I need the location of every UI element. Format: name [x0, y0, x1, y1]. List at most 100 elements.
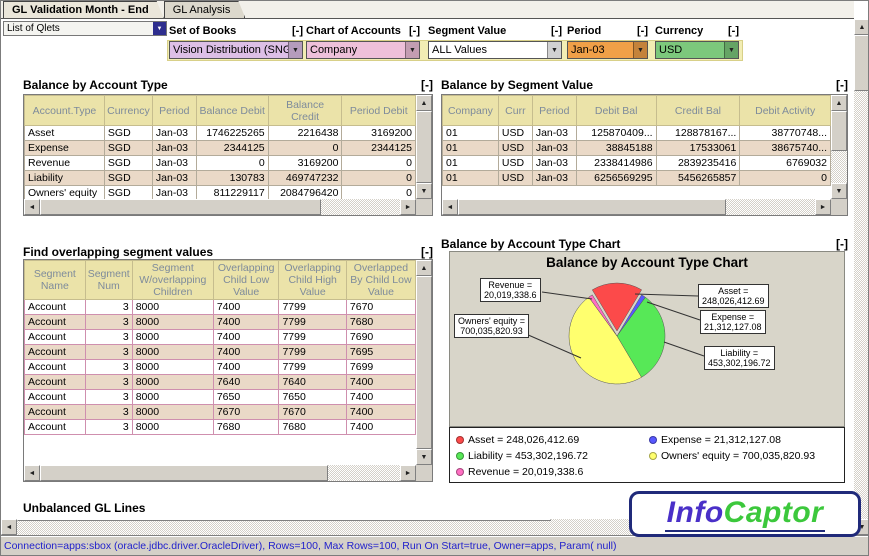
column-header[interactable]: Curr	[497, 95, 533, 126]
scroll-left-icon[interactable]: ◄	[24, 199, 40, 215]
scrollbar-track[interactable]	[458, 199, 815, 215]
collapse-link[interactable]: [-]	[292, 25, 303, 39]
collapse-link[interactable]: [-]	[421, 245, 433, 259]
scroll-down-icon[interactable]: ▼	[416, 449, 432, 465]
collapse-link[interactable]: [-]	[728, 25, 739, 39]
table-row[interactable]: Account 3 8000 7400 7799 7680	[24, 314, 416, 330]
column-header[interactable]: Company	[442, 95, 499, 126]
segment-value-select[interactable]: ALL Values ▼	[428, 41, 562, 59]
panel-header-find-overlapping: Find overlapping segment values [-]	[23, 245, 433, 259]
table-cell: 3	[84, 314, 133, 330]
scroll-down-icon[interactable]: ▼	[831, 183, 847, 199]
scroll-down-icon[interactable]: ▼	[416, 183, 432, 199]
table-cell: 3	[84, 344, 133, 360]
set-of-books-select[interactable]: Vision Distribution (SNG) ▼	[169, 41, 303, 59]
callout-owners-equity: Owners' equity = 700,035,820.93	[454, 314, 529, 338]
period-select[interactable]: Jan-03 ▼	[567, 41, 648, 59]
table-row[interactable]: Account 3 8000 7670 7670 7400	[24, 404, 416, 420]
scroll-up-icon[interactable]: ▲	[416, 260, 432, 276]
scrollbar-track[interactable]	[416, 276, 432, 449]
column-header[interactable]: Balance Debit	[195, 95, 269, 126]
collapse-link[interactable]: [-]	[836, 78, 848, 92]
scrollbar-thumb[interactable]	[831, 111, 847, 151]
vertical-scrollbar[interactable]: ▲ ▼	[831, 95, 847, 199]
collapse-link[interactable]: [-]	[409, 25, 420, 39]
table-row[interactable]: Account 3 8000 7650 7650 7400	[24, 389, 416, 405]
scroll-right-icon[interactable]: ►	[400, 465, 416, 481]
scrollbar-thumb[interactable]	[458, 199, 726, 215]
horizontal-scrollbar[interactable]: ◄ ►	[442, 199, 831, 215]
scrollbar-track[interactable]	[854, 35, 868, 519]
collapse-link[interactable]: [-]	[637, 25, 648, 39]
scrollbar-thumb[interactable]	[416, 111, 432, 183]
tab-gl-analysis[interactable]: GL Analysis	[164, 1, 246, 18]
collapse-link[interactable]: [-]	[421, 78, 433, 92]
scroll-up-icon[interactable]: ▲	[416, 95, 432, 111]
column-header[interactable]: Segment W/overlapping Children	[131, 260, 214, 300]
table-row[interactable]: 01 USD Jan-03 6256569295 5456265857 0	[442, 170, 831, 186]
scroll-left-icon[interactable]: ◄	[1, 519, 17, 535]
table-cell: 17533061	[655, 140, 741, 156]
table-row[interactable]: 01 USD Jan-03 2338414986 2839235416 6769032	[442, 155, 831, 171]
scrollbar-track[interactable]	[40, 199, 400, 215]
table-row[interactable]: Account 3 8000 7400 7799 7695	[24, 344, 416, 360]
scrollbar-track[interactable]	[416, 111, 432, 183]
table-cell: Revenue	[24, 155, 105, 171]
table-row[interactable]: 01 USD Jan-03 38845188 17533061 38675740...	[442, 140, 831, 156]
legend-item: Liability = 453,302,196.72	[456, 448, 645, 464]
column-header[interactable]: Account.Type	[24, 95, 105, 126]
vertical-scrollbar[interactable]: ▲ ▼	[416, 95, 432, 199]
column-header[interactable]: Overlapped By Child Low Value	[345, 260, 416, 300]
vertical-scrollbar[interactable]: ▲ ▼	[416, 260, 432, 465]
scrollbar-thumb[interactable]	[40, 465, 328, 481]
collapse-link[interactable]: [-]	[836, 237, 848, 251]
scrollbar-thumb[interactable]	[40, 199, 321, 215]
scroll-left-icon[interactable]: ◄	[442, 199, 458, 215]
table-row[interactable]: 01 USD Jan-03 125870409... 128878167... 38770…	[442, 125, 831, 141]
qlet-list-dropdown[interactable]: List of Qlets ▼	[3, 21, 167, 36]
column-header[interactable]: Debit Bal	[575, 95, 657, 126]
column-header[interactable]: Currency	[103, 95, 153, 126]
scrollbar-thumb[interactable]	[854, 35, 868, 91]
collapse-link[interactable]: [-]	[551, 25, 562, 39]
horizontal-scrollbar[interactable]: ◄ ►	[24, 465, 416, 481]
table-row[interactable]: Asset SGD Jan-03 1746225265 2216438 3169200	[24, 125, 416, 141]
scrollbar-track[interactable]	[40, 465, 400, 481]
column-header[interactable]: Period Debit	[341, 95, 416, 126]
column-header[interactable]: Debit Activity	[739, 95, 831, 126]
scroll-left-icon[interactable]: ◄	[24, 465, 40, 481]
scroll-right-icon[interactable]: ►	[400, 199, 416, 215]
column-header[interactable]: Overlapping Child High Value	[278, 260, 347, 300]
column-header[interactable]: Segment Name	[24, 260, 86, 300]
horizontal-scrollbar[interactable]: ◄ ►	[24, 199, 416, 215]
column-header[interactable]: Credit Bal	[655, 95, 741, 126]
chart-of-accounts-select[interactable]: Company ▼	[306, 41, 420, 59]
column-header[interactable]: Period	[151, 95, 197, 126]
table-row[interactable]: Account 3 8000 7400 7799 7670	[24, 299, 416, 315]
main-vertical-scrollbar[interactable]: ▲ ▼	[854, 19, 868, 535]
scrollbar-thumb[interactable]	[416, 276, 432, 449]
scrollbar-thumb[interactable]	[17, 519, 551, 521]
column-header[interactable]: Segment Num	[84, 260, 133, 300]
column-header[interactable]: Overlapping Child Low Value	[212, 260, 280, 300]
currency-select[interactable]: USD ▼	[655, 41, 739, 59]
connection-status-text: Connection=apps:sbox (oracle.jdbc.driver…	[4, 539, 617, 552]
select-value: Vision Distribution (SNG)	[173, 44, 288, 56]
table-cell: Jan-03	[151, 185, 197, 199]
column-header[interactable]: Period	[531, 95, 577, 126]
scrollbar-track[interactable]	[831, 111, 847, 183]
table-row[interactable]: Owners' equity SGD Jan-03 811229117 20847964…	[24, 185, 416, 199]
table-row[interactable]: Account 3 8000 7400 7799 7690	[24, 329, 416, 345]
table-row[interactable]: Account 3 8000 7400 7799 7699	[24, 359, 416, 375]
table-row[interactable]: Revenue SGD Jan-03 0 3169200 0	[24, 155, 416, 171]
scroll-up-icon[interactable]: ▲	[854, 19, 868, 35]
filter-period: Period [-] Jan-03 ▼	[567, 25, 648, 61]
table-row[interactable]: Account 3 8000 7680 7680 7400	[24, 419, 416, 435]
scroll-up-icon[interactable]: ▲	[831, 95, 847, 111]
tab-gl-validation-month-end[interactable]: GL Validation Month - End	[3, 1, 164, 18]
scroll-right-icon[interactable]: ►	[815, 199, 831, 215]
table-row[interactable]: Liability SGD Jan-03 130783 469747232 0	[24, 170, 416, 186]
table-row[interactable]: Account 3 8000 7640 7640 7400	[24, 374, 416, 390]
table-row[interactable]: Expense SGD Jan-03 2344125 0 2344125	[24, 140, 416, 156]
column-header[interactable]: Balance Credit	[267, 95, 343, 126]
